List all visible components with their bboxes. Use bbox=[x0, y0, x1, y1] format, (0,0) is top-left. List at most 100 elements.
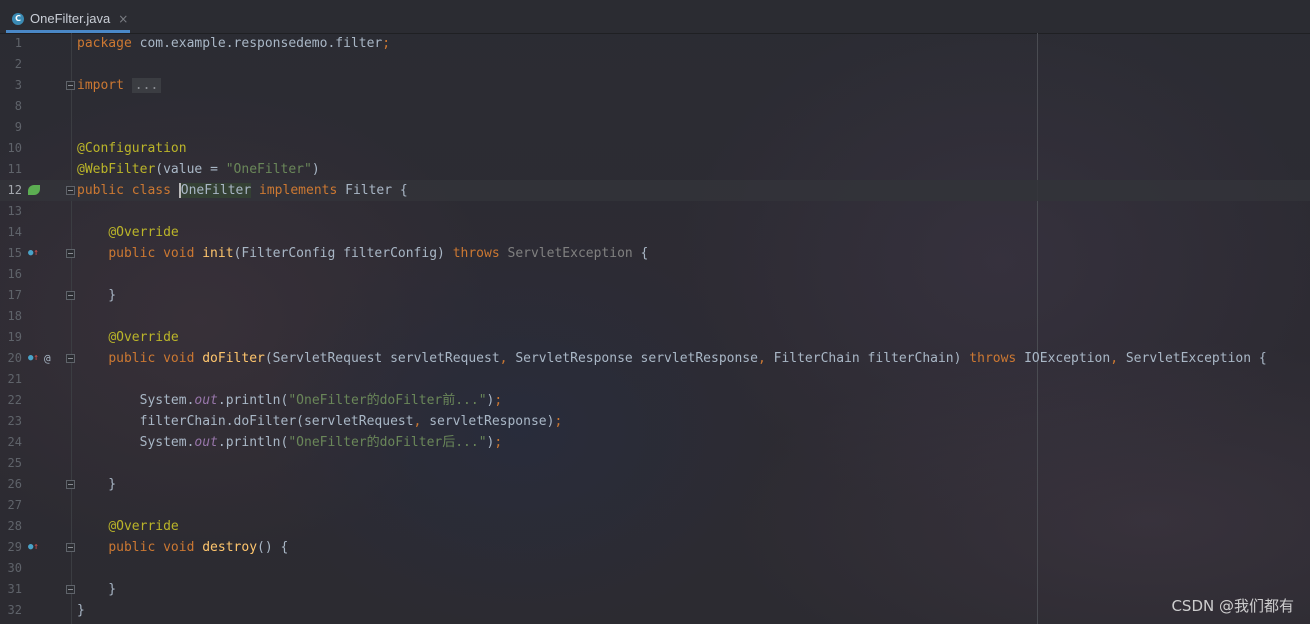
line-number: 20 bbox=[7, 351, 22, 365]
code-line[interactable]: 19 @Override bbox=[0, 327, 1310, 348]
code-line[interactable]: 16 bbox=[0, 264, 1310, 285]
code-line[interactable]: 28 @Override bbox=[0, 516, 1310, 537]
fold-toggle-icon[interactable] bbox=[66, 480, 75, 489]
code-line[interactable]: 18 bbox=[0, 306, 1310, 327]
code-token: } bbox=[77, 603, 85, 618]
code-token: public class bbox=[77, 183, 179, 198]
code-line[interactable]: 1 package com.example.responsedemo.filter… bbox=[0, 33, 1310, 54]
fold-toggle-icon[interactable] bbox=[66, 585, 75, 594]
line-number: 19 bbox=[7, 330, 22, 344]
line-number: 14 bbox=[7, 225, 22, 239]
code-line[interactable]: 20 public void doFilter(ServletRequest s… bbox=[0, 348, 1310, 369]
java-class-icon: C bbox=[12, 12, 24, 25]
code-line[interactable]: 9 bbox=[0, 117, 1310, 138]
code-token: } bbox=[77, 477, 117, 492]
implements-method-icon[interactable]: ●↑ bbox=[28, 348, 39, 369]
line-number: 12 bbox=[7, 183, 22, 197]
code-token: , bbox=[757, 351, 774, 366]
code-token: FilterChain filterChain) bbox=[773, 351, 970, 366]
code-token: import bbox=[77, 78, 132, 93]
code-token: ServletException { bbox=[1125, 351, 1267, 366]
code-token: com.example.responsedemo.filter bbox=[139, 36, 383, 51]
tab-label: OneFilter.java bbox=[30, 11, 111, 26]
code-token: init bbox=[202, 246, 234, 261]
code-token: System. bbox=[77, 435, 195, 450]
code-line[interactable]: 31 } bbox=[0, 579, 1310, 600]
code-token: doFilter bbox=[202, 351, 265, 366]
code-line[interactable]: 21 bbox=[0, 369, 1310, 390]
fold-toggle-icon[interactable] bbox=[66, 354, 75, 363]
line-number: 26 bbox=[7, 477, 22, 491]
code-token: (value = bbox=[155, 162, 226, 177]
code-token: } bbox=[77, 288, 117, 303]
code-token: public void bbox=[108, 540, 203, 555]
code-token: (ServletRequest servletRequest bbox=[264, 351, 500, 366]
code-token: throws bbox=[969, 351, 1025, 366]
line-number: 11 bbox=[7, 162, 22, 176]
code-token: , bbox=[1110, 351, 1126, 366]
code-token: package bbox=[77, 36, 140, 51]
code-line[interactable]: 14 @Override bbox=[0, 222, 1310, 243]
code-token: implements bbox=[251, 183, 346, 198]
code-token: } bbox=[77, 582, 117, 597]
code-token: out bbox=[194, 393, 218, 408]
code-line[interactable]: 32} bbox=[0, 600, 1310, 621]
line-number: 3 bbox=[14, 78, 22, 92]
code-token: servletResponse) bbox=[429, 414, 555, 429]
tab-onefilter-java[interactable]: C OneFilter.java × bbox=[6, 7, 130, 33]
code-line[interactable]: 3 import ... bbox=[0, 75, 1310, 96]
code-token: ; bbox=[494, 435, 503, 450]
code-line[interactable]: 29 public void destroy() {●↑ bbox=[0, 537, 1310, 558]
line-number: 28 bbox=[7, 519, 22, 533]
code-line[interactable]: 8 bbox=[0, 96, 1310, 117]
editor-tab-bar: C OneFilter.java × bbox=[0, 0, 1310, 34]
line-number: 18 bbox=[7, 309, 22, 323]
code-line[interactable]: 30 bbox=[0, 558, 1310, 579]
implements-method-icon[interactable]: ●↑ bbox=[28, 243, 39, 264]
fold-toggle-icon[interactable] bbox=[66, 81, 75, 90]
annotation-at-icon[interactable]: @ bbox=[44, 348, 51, 369]
code-line[interactable]: 23 filterChain.doFilter(servletRequest, … bbox=[0, 411, 1310, 432]
code-line[interactable]: 12 public class OneFilter implements Filt… bbox=[0, 180, 1310, 201]
code-text: @Configuration bbox=[77, 138, 187, 159]
code-token: "OneFilter的doFilter前..." bbox=[288, 393, 487, 408]
code-text: @WebFilter(value = "OneFilter") bbox=[77, 159, 320, 180]
code-line[interactable]: 13 bbox=[0, 201, 1310, 222]
code-text: } bbox=[77, 474, 116, 495]
code-line[interactable]: 17 } bbox=[0, 285, 1310, 306]
fold-toggle-icon[interactable] bbox=[66, 249, 75, 258]
code-text: package com.example.responsedemo.filter; bbox=[77, 33, 390, 54]
fold-toggle-icon[interactable] bbox=[66, 291, 75, 300]
line-number: 8 bbox=[14, 99, 22, 113]
code-token: throws bbox=[452, 246, 508, 261]
code-text: } bbox=[77, 285, 116, 306]
fold-toggle-icon[interactable] bbox=[66, 186, 75, 195]
code-token: @Override bbox=[108, 519, 179, 534]
code-token: { bbox=[632, 246, 649, 261]
code-token: "OneFilter" bbox=[225, 162, 312, 177]
code-line[interactable]: 11 @WebFilter(value = "OneFilter") bbox=[0, 159, 1310, 180]
code-editor[interactable]: 1 package com.example.responsedemo.filter… bbox=[0, 33, 1310, 624]
code-line[interactable]: 15 public void init(FilterConfig filterC… bbox=[0, 243, 1310, 264]
code-token: "OneFilter的doFilter后..." bbox=[288, 435, 487, 450]
close-icon[interactable]: × bbox=[118, 12, 128, 26]
code-token: .println( bbox=[217, 435, 289, 450]
code-line[interactable]: 24 System.out.println("OneFilter的doFilte… bbox=[0, 432, 1310, 453]
code-token: IOException bbox=[1024, 351, 1111, 366]
code-line[interactable]: 22 System.out.println("OneFilter的doFilte… bbox=[0, 390, 1310, 411]
code-line[interactable]: 10 @Configuration bbox=[0, 138, 1310, 159]
code-line[interactable]: 25 bbox=[0, 453, 1310, 474]
code-line[interactable]: 26 } bbox=[0, 474, 1310, 495]
code-text: public class OneFilter implements Filter… bbox=[77, 180, 408, 201]
code-line[interactable]: 27 bbox=[0, 495, 1310, 516]
implements-method-icon[interactable]: ●↑ bbox=[28, 537, 39, 558]
fold-toggle-icon[interactable] bbox=[66, 543, 75, 552]
code-line[interactable]: 2 bbox=[0, 54, 1310, 75]
line-number: 23 bbox=[7, 414, 22, 428]
line-number: 9 bbox=[14, 120, 22, 134]
spring-bean-icon[interactable] bbox=[28, 185, 40, 195]
code-text: System.out.println("OneFilter的doFilter前.… bbox=[77, 390, 503, 411]
line-number: 17 bbox=[7, 288, 22, 302]
